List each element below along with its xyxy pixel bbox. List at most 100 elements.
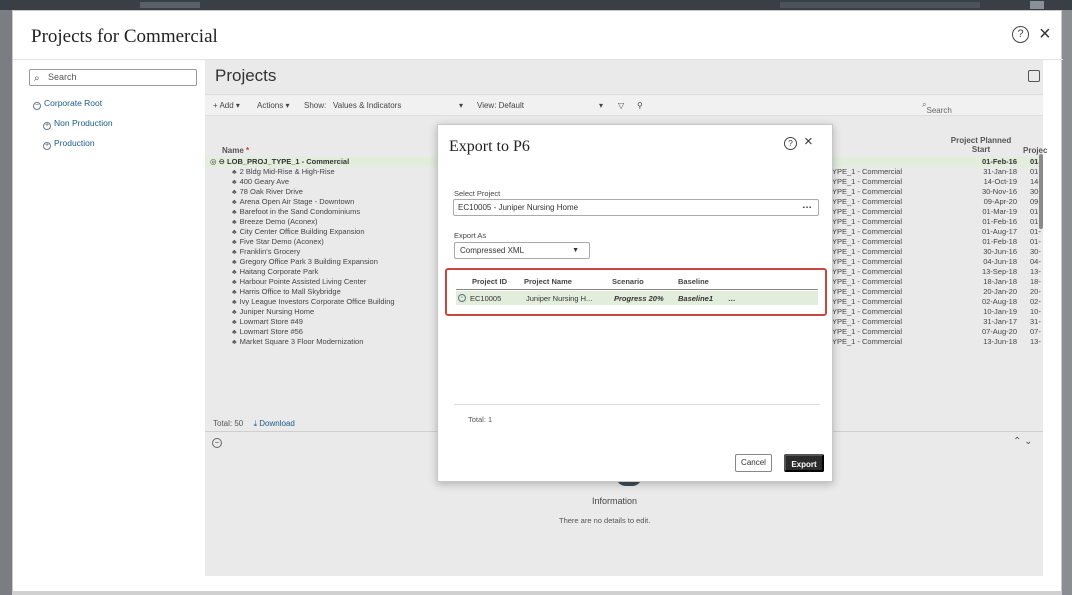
dialog-title: Export to P6 [449, 138, 530, 155]
view-dropdown[interactable]: View: Default [477, 101, 524, 110]
project-name: ♣ Lowmart Store #56 [232, 327, 303, 336]
more-icon[interactable]: … [802, 198, 812, 213]
project-name: ♣ Breeze Demo (Aconex) [232, 217, 318, 226]
project-name-text: 2 Bldg Mid-Rise & High-Rise [239, 167, 335, 176]
chevron-down-icon[interactable]: ▾ [599, 101, 603, 110]
export-as-value: Compressed XML [460, 246, 525, 255]
baseline-cell[interactable]: Baseline1 [678, 294, 713, 303]
project-cell: 30- [1030, 247, 1041, 256]
grid-header-project-name: Project Name [524, 277, 572, 286]
show-dropdown[interactable]: Values & Indicators [333, 101, 401, 110]
expand-icon[interactable]: + [43, 122, 51, 130]
project-name: ♣ Ivy League Investors Corporate Office B… [232, 297, 395, 306]
project-cell: 13- [1030, 337, 1041, 346]
add-button[interactable]: + Add ▾ [213, 101, 240, 110]
column-header-planned-start[interactable]: Project Planned Start [945, 136, 1017, 154]
project-node-icon: ♣ [232, 199, 237, 206]
planned-start: 01-Feb-18 [982, 237, 1017, 246]
collapse-icon[interactable]: − [33, 102, 41, 110]
column-header-project[interactable]: Projec [1023, 146, 1047, 155]
tree-item-label: Production [54, 138, 95, 148]
project-name-text: Ivy League Investors Corporate Office Bu… [239, 297, 395, 306]
planned-start: 18-Jan-18 [983, 277, 1017, 286]
list-footer: Total: 50 ⤓ Download [213, 419, 295, 429]
project-cell: 20- [1030, 287, 1041, 296]
more-icon[interactable]: … [728, 294, 736, 303]
info-subtitle: There are no details to edit. [559, 516, 651, 525]
cancel-button[interactable]: Cancel [735, 454, 772, 472]
project-type: YPE_1 - Commercial [832, 237, 903, 246]
close-icon[interactable]: × [804, 133, 813, 150]
row-select-icon[interactable]: ◦ [458, 294, 466, 302]
export-grid: Project ID Project Name Scenario Baselin… [445, 268, 827, 316]
planned-start: 31-Jan-18 [983, 167, 1017, 176]
background-bar [140, 2, 200, 8]
actions-button[interactable]: Actions ▾ [257, 101, 289, 110]
project-name-text: Lowmart Store #49 [239, 317, 303, 326]
planned-start: 04-Jun-18 [983, 257, 1017, 266]
select-project-field[interactable]: EC10005 - Juniper Nursing Home … [453, 199, 819, 216]
project-type: YPE_1 - Commercial [832, 327, 903, 336]
project-name-text: 78 Oak River Drive [239, 187, 303, 196]
project-type: YPE_1 - Commercial [832, 217, 903, 226]
divider [456, 289, 818, 290]
project-type: YPE_1 - Commercial [832, 337, 903, 346]
project-node-icon: ♣ [232, 259, 237, 266]
project-name-text: Harris Office to Mall Skybridge [239, 287, 341, 296]
grid-row[interactable]: ◦ EC10005 Juniper Nursing H... Progress … [456, 291, 818, 305]
scrollbar[interactable] [1039, 154, 1043, 229]
project-id-cell: EC10005 [470, 294, 502, 303]
left-search-input[interactable]: ⌕ Search [29, 69, 197, 86]
planned-start: 13-Jun-18 [983, 337, 1017, 346]
planned-start: 30-Nov-16 [981, 187, 1017, 196]
help-icon[interactable]: ? [1012, 26, 1029, 43]
collapse-icon[interactable]: ⊖ [219, 157, 225, 166]
up-down-icons[interactable]: ⌃ ⌄ [1013, 436, 1033, 447]
filter-icon[interactable]: ▽ [618, 101, 624, 110]
column-header-name[interactable]: Name * [222, 146, 249, 155]
help-icon[interactable]: ? [784, 137, 797, 150]
total-count: Total: 50 [213, 419, 244, 428]
tree-item-non-production[interactable]: + Non Production [43, 118, 113, 130]
download-link[interactable]: ⤓ Download [253, 419, 294, 428]
collapse-icon[interactable]: − [212, 438, 222, 448]
chevron-down-icon[interactable]: ▾ [459, 101, 463, 110]
tree-item-corporate-root[interactable]: − Corporate Root [33, 98, 102, 110]
grid-total: Total: 1 [468, 415, 493, 424]
project-node-icon: ♣ [232, 299, 237, 306]
background-bar [1030, 1, 1044, 9]
project-name-cell: Juniper Nursing H... [526, 294, 593, 303]
planned-start: 09-Apr-20 [983, 197, 1017, 206]
project-name-text: Franklin's Grocery [239, 247, 301, 256]
maximize-icon[interactable] [1028, 70, 1040, 82]
project-type: YPE_1 - Commercial [832, 307, 903, 316]
wrench-icon[interactable]: ⚲ [637, 101, 643, 110]
project-cell: 10- [1030, 307, 1041, 316]
expand-icon[interactable]: + [43, 142, 51, 150]
toolbar-search-input[interactable]: ⌕ Search [922, 100, 952, 115]
project-cell: 13- [1030, 267, 1041, 276]
toolbar: + Add ▾ Actions ▾ Show: Values & Indicat… [205, 94, 1043, 116]
background-edge [1062, 10, 1072, 595]
project-name-text: Barefoot in the Sand Condominiums [239, 207, 361, 216]
tree-item-production[interactable]: + Production [43, 138, 95, 150]
project-name: ♣ 78 Oak River Drive [232, 187, 303, 196]
close-icon[interactable]: × [1039, 23, 1051, 46]
panel-title: Projects [215, 66, 277, 85]
export-button[interactable]: Export [784, 454, 824, 472]
project-node-icon: ♣ [232, 189, 237, 196]
select-icon[interactable]: ◎ [210, 157, 217, 166]
project-node-icon: ♣ [232, 289, 237, 296]
scenario-cell[interactable]: Progress 20% [614, 294, 664, 303]
planned-start: 07-Aug-20 [981, 327, 1017, 336]
export-as-select[interactable]: Compressed XML ▼ [454, 242, 590, 259]
project-name-text: Gregory Office Park 3 Building Expansion [239, 257, 378, 266]
select-project-label: Select Project [454, 189, 501, 198]
planned-start: 01-Aug-17 [981, 227, 1017, 236]
divider [454, 404, 820, 405]
project-type: YPE_1 - Commercial [832, 227, 903, 236]
project-name-text: 400 Geary Ave [239, 177, 290, 186]
window-title: Projects for Commercial [31, 26, 218, 47]
project-cell: 02- [1030, 297, 1041, 306]
project-name: ♣ Haitang Corporate Park [232, 267, 318, 276]
